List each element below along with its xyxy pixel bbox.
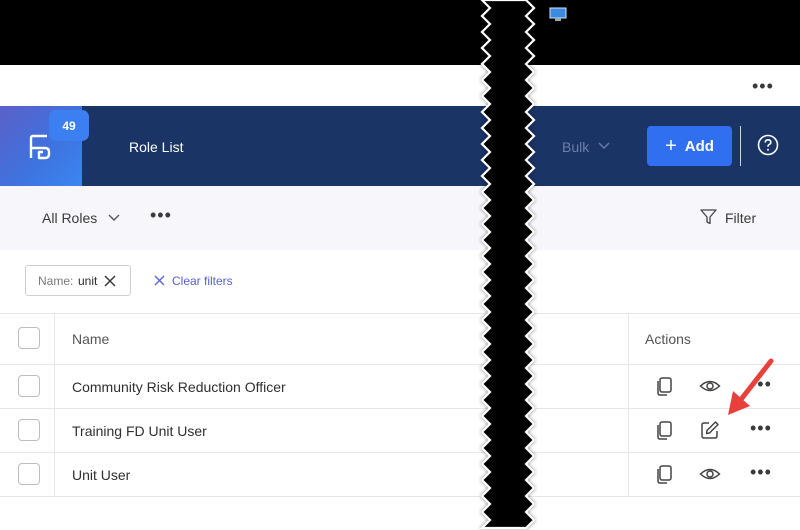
eye-icon[interactable]	[699, 375, 721, 397]
count-badge: 49	[49, 110, 89, 141]
page-title: Role List	[129, 139, 184, 155]
row-checkbox[interactable]	[18, 463, 40, 485]
column-header-actions: Actions	[645, 331, 691, 347]
annotation-arrow	[728, 358, 774, 415]
role-name[interactable]: Community Risk Reduction Officer	[72, 379, 286, 395]
edit-icon[interactable]	[699, 419, 721, 441]
sub-toolbar	[0, 186, 800, 250]
add-button-label: Add	[684, 137, 714, 155]
view-selector[interactable]: All Roles	[42, 210, 97, 226]
row-checkbox[interactable]	[18, 375, 40, 397]
chevron-down-icon	[598, 142, 610, 149]
more-menu-icon[interactable]: •••	[752, 76, 774, 97]
torn-edge-divider	[479, 0, 536, 530]
table-border	[0, 313, 800, 314]
eye-icon[interactable]	[699, 463, 721, 485]
copy-icon[interactable]	[653, 419, 675, 441]
row-checkbox[interactable]	[18, 419, 40, 441]
role-name[interactable]: Unit User	[72, 467, 130, 483]
filter-icon[interactable]	[700, 209, 717, 225]
header-divider	[740, 126, 741, 166]
table-border	[0, 496, 800, 497]
column-header-name[interactable]: Name	[72, 331, 109, 347]
filter-chip-key: Name:	[38, 274, 74, 288]
role-name[interactable]: Training FD Unit User	[72, 423, 207, 439]
chevron-down-icon	[108, 214, 120, 221]
help-icon[interactable]	[757, 134, 779, 156]
bulk-menu[interactable]: Bulk	[562, 139, 589, 155]
monitor-icon	[549, 7, 567, 21]
select-all-checkbox[interactable]	[18, 327, 40, 349]
close-icon	[154, 275, 165, 286]
copy-icon[interactable]	[653, 463, 675, 485]
filter-button[interactable]: Filter	[725, 210, 756, 226]
table-border	[628, 313, 629, 496]
add-button[interactable]: + Add	[647, 126, 732, 166]
more-options-icon[interactable]: •••	[150, 205, 172, 226]
row-more-icon[interactable]: •••	[750, 418, 772, 439]
table-border	[0, 408, 800, 409]
menu-strip	[0, 65, 800, 106]
copy-icon[interactable]	[653, 375, 675, 397]
top-black-strip	[0, 0, 800, 65]
table-border	[0, 364, 800, 365]
table-border	[54, 313, 55, 496]
table-border	[0, 452, 800, 453]
clear-filters-link[interactable]: Clear filters	[172, 274, 233, 288]
row-more-icon[interactable]: •••	[750, 462, 772, 483]
close-icon[interactable]	[104, 275, 116, 287]
filter-chip-value: unit	[78, 274, 98, 288]
plus-icon: +	[665, 135, 677, 157]
